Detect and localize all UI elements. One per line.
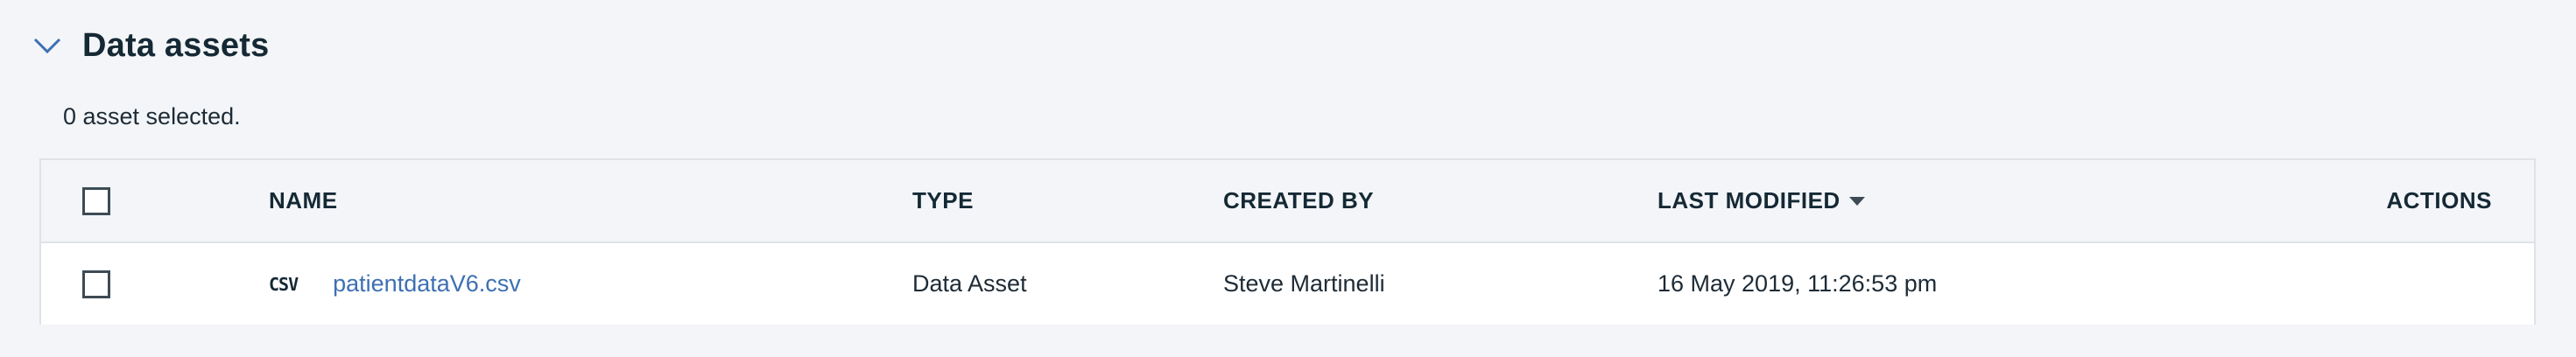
data-assets-table: NAME TYPE CREATED BY LAST MODIFIED ACTIO… [39, 158, 2536, 325]
table-row: CSV patientdataV6.csv Data Asset Steve M… [41, 243, 2534, 325]
last-modified-cell: 16 May 2019, 11:26:53 pm [1658, 270, 1938, 297]
csv-file-icon: CSV [269, 273, 299, 295]
select-all-cell [82, 160, 110, 242]
row-select-cell [82, 243, 110, 325]
section-title: Data assets [82, 26, 270, 64]
select-all-checkbox[interactable] [82, 186, 110, 215]
column-header-last-modified-label: LAST MODIFIED [1658, 187, 1841, 214]
column-header-last-modified[interactable]: LAST MODIFIED [1658, 160, 1865, 242]
column-header-name[interactable]: NAME [269, 160, 338, 242]
type-cell: Data Asset [912, 270, 1027, 297]
row-checkbox[interactable] [82, 270, 110, 298]
column-header-created-by[interactable]: CREATED BY [1223, 160, 1374, 242]
selection-status: 0 asset selected. [63, 103, 241, 130]
name-cell: CSV patientdataV6.csv [269, 243, 521, 325]
column-header-type[interactable]: TYPE [912, 160, 974, 242]
asset-name-link[interactable]: patientdataV6.csv [333, 270, 521, 298]
section-header: Data assets [32, 19, 269, 72]
created-by-cell: Steve Martinelli [1223, 270, 1385, 297]
table-header: NAME TYPE CREATED BY LAST MODIFIED ACTIO… [41, 160, 2534, 243]
actions-cell [2299, 243, 2492, 325]
caret-down-icon[interactable] [1848, 196, 1865, 206]
chevron-down-icon[interactable] [32, 30, 63, 61]
column-header-actions: ACTIONS [2386, 187, 2492, 214]
